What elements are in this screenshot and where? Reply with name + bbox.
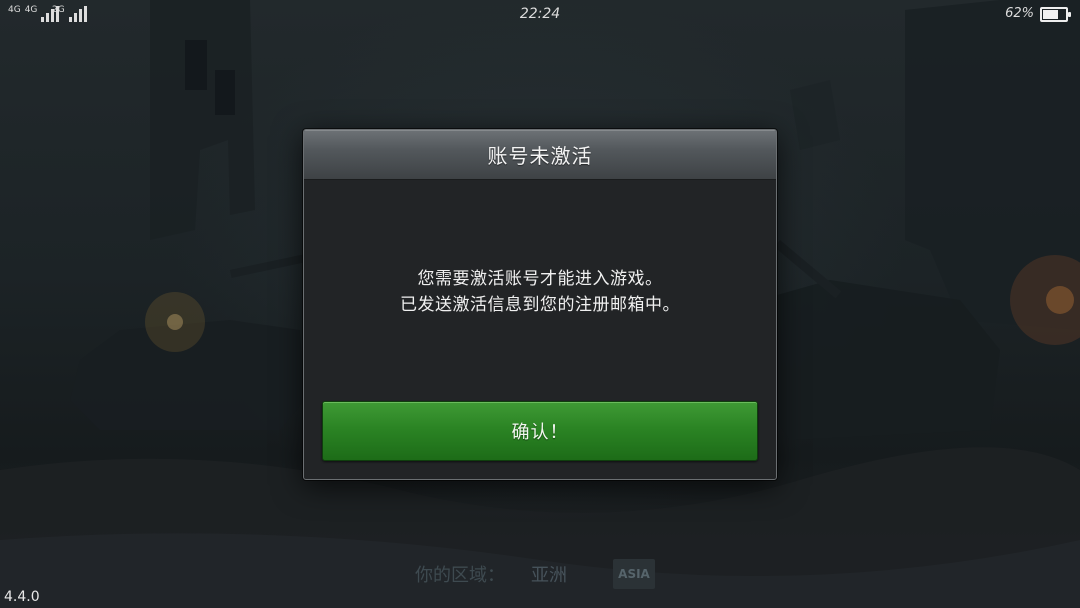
- status-clock: 22:24: [519, 6, 561, 22]
- region-badge: ASIA: [613, 559, 655, 589]
- battery-icon: [1040, 7, 1071, 22]
- status-bar: 4G 4G 2G 22:24 62%: [0, 0, 1080, 30]
- battery-fill: [1043, 10, 1058, 19]
- battery-percent: 62%: [1005, 6, 1034, 21]
- account-not-activated-dialog: 账号未激活 您需要激活账号才能进入游戏。 已发送激活信息到您的注册邮箱中。 确认…: [303, 129, 777, 480]
- confirm-button[interactable]: 确认！: [322, 401, 758, 461]
- dialog-message-line-1: 您需要激活账号才能进入游戏。: [417, 269, 663, 289]
- region-selector[interactable]: 你的区域： 亚洲 ASIA: [415, 559, 655, 589]
- confirm-button-label: 确认！: [511, 422, 569, 443]
- version-label: 4.4.0: [4, 589, 40, 605]
- region-value: 亚洲: [531, 565, 567, 586]
- dialog-title: 账号未激活: [487, 144, 593, 168]
- region-label: 你的区域：: [415, 565, 505, 586]
- dialog-message: 您需要激活账号才能进入游戏。 已发送激活信息到您的注册邮箱中。: [304, 181, 776, 381]
- dialog-header: 账号未激活: [304, 130, 776, 180]
- dialog-message-line-2: 已发送激活信息到您的注册邮箱中。: [400, 295, 680, 315]
